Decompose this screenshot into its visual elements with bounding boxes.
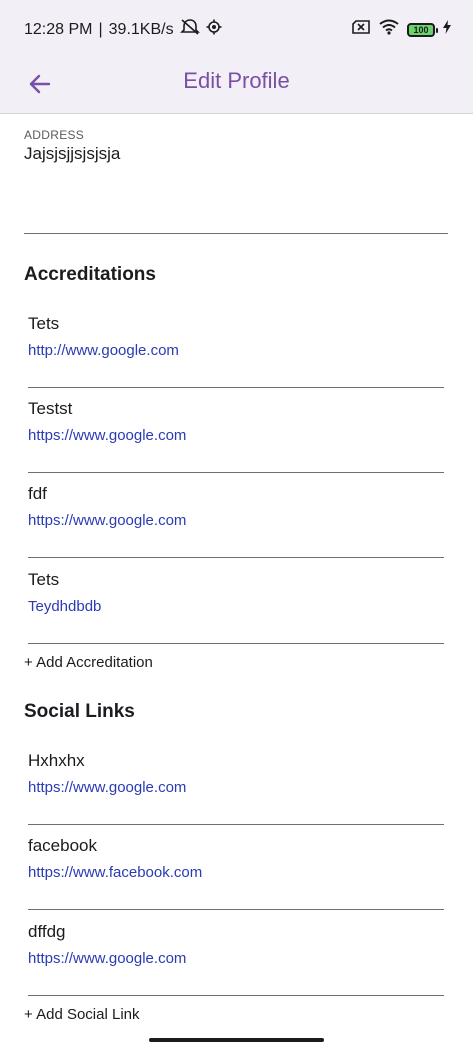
status-right: 100	[351, 19, 451, 40]
status-time: 12:28 PM	[24, 20, 93, 38]
social-link-name: dffdg	[28, 922, 66, 941]
wifi-icon	[379, 19, 399, 40]
app-bar: Edit Profile	[0, 58, 473, 114]
battery-level: 100	[413, 24, 429, 35]
accreditation-item[interactable]: Tets http://www.google.com	[28, 314, 444, 388]
accreditation-name: Tets	[28, 570, 60, 589]
accreditations-title: Accreditations	[24, 264, 156, 285]
page-title: Edit Profile	[183, 68, 290, 93]
status-network-speed: 39.1KB/s	[108, 20, 174, 38]
charging-icon	[443, 20, 451, 39]
social-link-url[interactable]: https://www.google.com	[28, 950, 186, 967]
social-link-item[interactable]: facebook https://www.facebook.com	[28, 836, 444, 910]
add-accreditation-button[interactable]: + Add Accreditation	[24, 654, 153, 671]
status-separator: |	[98, 20, 103, 38]
address-label: ADDRESS	[24, 128, 85, 142]
sim-off-icon	[351, 19, 371, 40]
social-link-name: facebook	[28, 836, 97, 855]
accreditation-link[interactable]: https://www.google.com	[28, 427, 186, 444]
address-underline	[24, 233, 448, 234]
accreditation-name: Testst	[28, 399, 73, 418]
accreditation-name: fdf	[28, 484, 47, 503]
address-value[interactable]: Jajsjsjjsjsjsja	[24, 144, 448, 164]
accreditation-link[interactable]: https://www.google.com	[28, 512, 186, 529]
social-link-name: Hxhxhx	[28, 751, 85, 770]
accreditation-link[interactable]: http://www.google.com	[28, 342, 179, 359]
add-social-link-button[interactable]: + Add Social Link	[24, 1006, 140, 1023]
status-bar: 12:28 PM | 39.1KB/s 100	[0, 0, 473, 58]
alarm-off-icon	[179, 18, 200, 41]
status-left: 12:28 PM | 39.1KB/s	[24, 18, 222, 41]
address-field[interactable]: ADDRESS Jajsjsjjsjsjsja	[24, 128, 448, 164]
battery-icon: 100	[407, 22, 438, 37]
accreditation-link[interactable]: Teydhdbdb	[28, 598, 101, 615]
accreditation-item[interactable]: fdf https://www.google.com	[28, 484, 444, 558]
social-link-url[interactable]: https://www.google.com	[28, 779, 186, 796]
social-links-title: Social Links	[24, 701, 135, 722]
social-link-item[interactable]: dffdg https://www.google.com	[28, 922, 444, 996]
settings-icon	[206, 19, 222, 40]
social-link-item[interactable]: Hxhxhx https://www.google.com	[28, 751, 444, 825]
accreditation-item[interactable]: Testst https://www.google.com	[28, 399, 444, 473]
gesture-handle[interactable]	[149, 1038, 324, 1042]
accreditation-name: Tets	[28, 314, 60, 333]
social-link-url[interactable]: https://www.facebook.com	[28, 864, 202, 881]
edit-profile-content[interactable]: ADDRESS Jajsjsjjsjsjsja Accreditations T…	[0, 114, 473, 1030]
accreditation-item[interactable]: Tets Teydhdbdb	[28, 570, 444, 644]
navigation-bar	[0, 1030, 473, 1050]
